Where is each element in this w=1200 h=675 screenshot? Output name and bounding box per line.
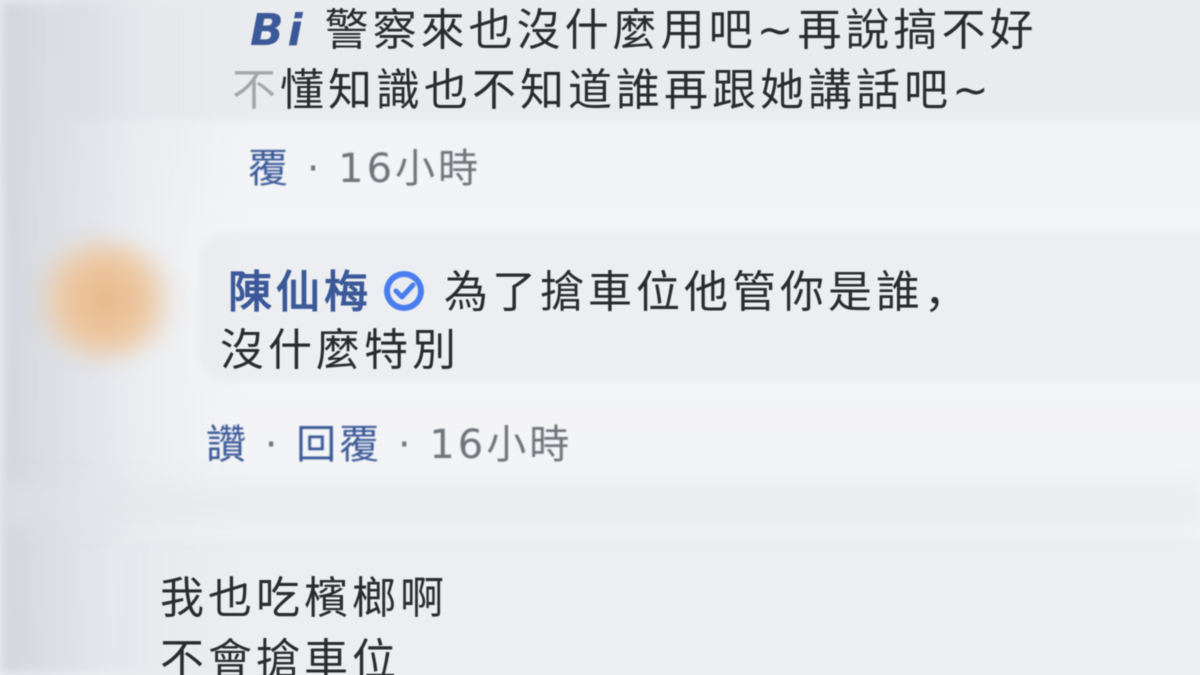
comment2-text-line1: 為了搶車位他管你是誰， bbox=[444, 267, 972, 318]
comment1-reply-link[interactable]: 覆 bbox=[248, 146, 291, 192]
comment3-text-line2: 不會搶車位 bbox=[160, 635, 400, 675]
comment2-timestamp[interactable]: 16小時 bbox=[429, 422, 572, 468]
verified-badge-icon bbox=[384, 271, 424, 311]
comment2-separator-2: · bbox=[397, 422, 414, 468]
comment1-timestamp[interactable]: 16小時 bbox=[338, 146, 481, 192]
comment2-line1: 陳仙梅 為了搶車位他管你是誰， bbox=[228, 256, 972, 320]
comment1-line1: Bi 警察來也沒什麼用吧~再說搞不好 bbox=[250, 0, 1038, 58]
comment1-line2: 不懂知識也不知道誰再跟她講話吧~ bbox=[232, 54, 993, 118]
comment3-line1: 我也吃檳榔啊 bbox=[160, 562, 448, 626]
comment1-author-fragment[interactable]: Bi bbox=[250, 5, 307, 56]
comment2-author-name[interactable]: 陳仙梅 bbox=[228, 267, 372, 318]
comment3-line2: 不會搶車位 bbox=[160, 624, 400, 675]
comment2-separator-1: · bbox=[264, 422, 281, 468]
avatar[interactable] bbox=[30, 240, 180, 360]
comment1-meta: 覆 · 16小時 bbox=[248, 136, 481, 194]
comment2-meta: 讚 · 回覆 · 16小時 bbox=[206, 412, 572, 470]
comment1-text-line1: 警察來也沒什麼用吧~再說搞不好 bbox=[324, 5, 1038, 56]
screen: Bi 警察來也沒什麼用吧~再說搞不好 不懂知識也不知道誰再跟她講話吧~ 覆 · … bbox=[0, 0, 1200, 675]
comment1-text-fragment: 不 bbox=[232, 65, 280, 116]
comment1-text-line2: 懂知識也不知道誰再跟她講話吧~ bbox=[280, 65, 993, 116]
comment2-text-line2: 沒什麼特別 bbox=[220, 325, 460, 376]
comment2-line2: 沒什麼特別 bbox=[220, 314, 460, 378]
divider-blur bbox=[0, 470, 1200, 540]
comment2-reply-link[interactable]: 回覆 bbox=[296, 422, 382, 468]
comment3-text-line1: 我也吃檳榔啊 bbox=[160, 573, 448, 624]
comment1-separator: · bbox=[306, 146, 323, 192]
comment2-like-link[interactable]: 讚 bbox=[206, 422, 249, 468]
